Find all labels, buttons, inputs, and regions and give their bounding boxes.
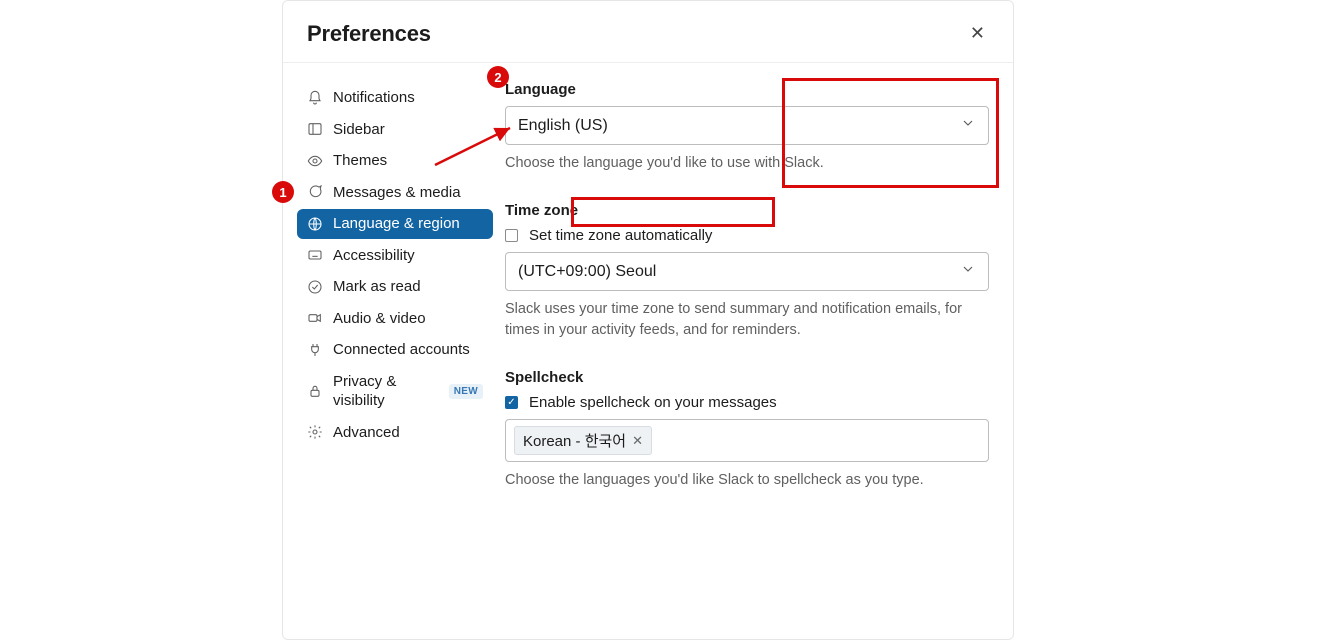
chip-remove-icon[interactable]: ✕ (632, 433, 643, 449)
sidebar-item-label: Themes (333, 151, 387, 171)
preferences-modal: Preferences ✕ Notifications Sidebar Them… (282, 0, 1014, 640)
spellcheck-label: Spellcheck (505, 369, 989, 386)
sidebar: Notifications Sidebar Themes Messages & … (283, 79, 505, 519)
sidebar-item-notifications[interactable]: Notifications (297, 83, 493, 113)
checkbox-icon[interactable] (505, 229, 518, 242)
spellcheck-enable-row[interactable]: ✓ Enable spellcheck on your messages (505, 394, 989, 411)
spellcheck-helper: Choose the languages you'd like Slack to… (505, 470, 989, 491)
sidebar-item-advanced[interactable]: Advanced (297, 418, 493, 448)
globe-icon (307, 216, 323, 232)
close-icon[interactable]: ✕ (966, 19, 989, 48)
sidebar-item-connected-accounts[interactable]: Connected accounts (297, 335, 493, 365)
sidebar-item-label: Mark as read (333, 277, 421, 297)
sidebar-item-label: Audio & video (333, 309, 426, 329)
eye-icon (307, 153, 323, 169)
check-circle-icon (307, 279, 323, 295)
timezone-select-value: (UTC+09:00) Seoul (518, 263, 656, 281)
timezone-auto-label: Set time zone automatically (529, 227, 712, 244)
gear-icon (307, 424, 323, 440)
panel-icon (307, 121, 323, 137)
timezone-select[interactable]: (UTC+09:00) Seoul (505, 252, 989, 291)
sidebar-item-privacy-visibility[interactable]: Privacy & visibility NEW (297, 367, 493, 416)
sidebar-item-audio-video[interactable]: Audio & video (297, 304, 493, 334)
checkbox-checked-icon[interactable]: ✓ (505, 396, 518, 409)
sidebar-item-language-region[interactable]: Language & region (297, 209, 493, 239)
plug-icon (307, 342, 323, 358)
sidebar-item-messages-media[interactable]: Messages & media (297, 178, 493, 208)
spellcheck-language-chip: Korean - 한국어 ✕ (514, 426, 652, 455)
sidebar-item-label: Advanced (333, 423, 400, 443)
sidebar-item-sidebar[interactable]: Sidebar (297, 115, 493, 145)
bell-icon (307, 90, 323, 106)
sidebar-item-label: Privacy & visibility (333, 372, 435, 411)
modal-body: Notifications Sidebar Themes Messages & … (283, 63, 1013, 519)
sidebar-item-label: Notifications (333, 88, 415, 108)
chevron-down-icon (960, 261, 976, 282)
timezone-label: Time zone (505, 202, 989, 219)
sidebar-item-label: Connected accounts (333, 340, 470, 360)
modal-title: Preferences (307, 21, 431, 47)
keyboard-icon (307, 247, 323, 263)
language-select-value: English (US) (518, 117, 608, 135)
language-label: Language (505, 81, 989, 98)
timezone-helper: Slack uses your time zone to send summar… (505, 299, 989, 341)
sidebar-item-mark-as-read[interactable]: Mark as read (297, 272, 493, 302)
spellcheck-language-input[interactable]: Korean - 한국어 ✕ (505, 419, 989, 462)
sidebar-item-label: Messages & media (333, 183, 461, 203)
timezone-auto-row[interactable]: Set time zone automatically (505, 227, 989, 244)
spellcheck-enable-label: Enable spellcheck on your messages (529, 394, 777, 411)
message-icon (307, 184, 323, 200)
content-pane: Language English (US) Choose the languag… (505, 79, 1013, 519)
sidebar-item-label: Sidebar (333, 120, 385, 140)
language-select[interactable]: English (US) (505, 106, 989, 145)
sidebar-item-accessibility[interactable]: Accessibility (297, 241, 493, 271)
sidebar-item-label: Accessibility (333, 246, 415, 266)
chip-label: Korean - 한국어 (523, 430, 626, 451)
modal-header: Preferences ✕ (283, 1, 1013, 63)
lock-icon (307, 383, 323, 399)
spellcheck-section: Spellcheck ✓ Enable spellcheck on your m… (505, 369, 989, 491)
sidebar-item-themes[interactable]: Themes (297, 146, 493, 176)
chevron-down-icon (960, 115, 976, 136)
language-section: Language English (US) Choose the languag… (505, 81, 989, 174)
video-icon (307, 310, 323, 326)
language-helper: Choose the language you'd like to use wi… (505, 153, 989, 174)
new-badge: NEW (449, 384, 483, 399)
sidebar-item-label: Language & region (333, 214, 460, 234)
timezone-section: Time zone Set time zone automatically (U… (505, 202, 989, 341)
